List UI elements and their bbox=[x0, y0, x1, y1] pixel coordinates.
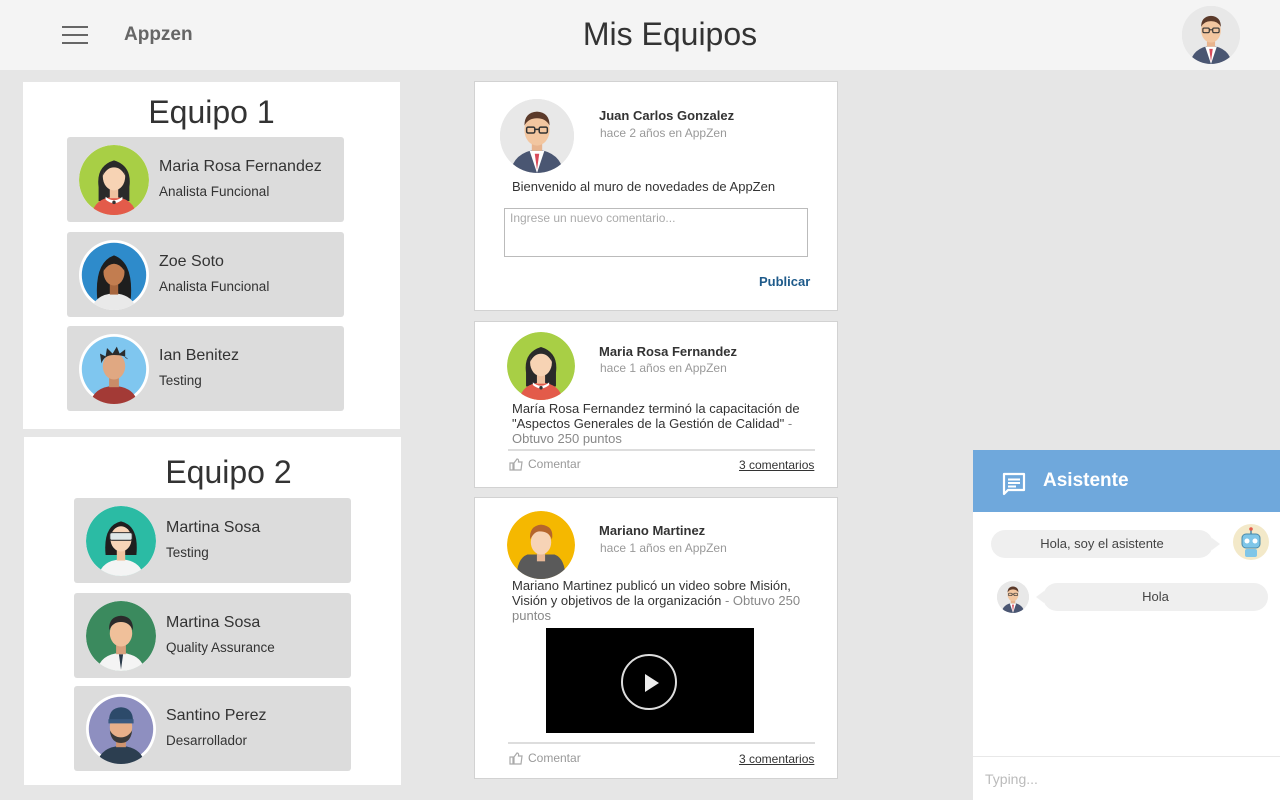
team-title: Equipo 1 bbox=[148, 94, 275, 130]
video-player[interactable] bbox=[546, 628, 754, 733]
chat-input[interactable] bbox=[973, 756, 1280, 800]
member-name: Santino Perez bbox=[166, 707, 267, 724]
member-role: Testing bbox=[166, 545, 209, 560]
team-member-card[interactable]: Santino Perez Desarrollador bbox=[74, 686, 351, 771]
team-member-card[interactable]: Martina Sosa Testing bbox=[74, 498, 351, 583]
divider bbox=[508, 449, 815, 451]
post-body: María Rosa Fernandez terminó la capacita… bbox=[512, 401, 800, 431]
author-name: Maria Rosa Fernandez bbox=[599, 344, 737, 359]
app-header: Appzen Mis Equipos bbox=[0, 0, 1280, 70]
team-title: Equipo 2 bbox=[165, 454, 292, 490]
publish-button[interactable]: Publicar bbox=[759, 274, 810, 289]
assistant-title: Asistente bbox=[1043, 470, 1129, 491]
member-name: Maria Rosa Fernandez bbox=[159, 158, 322, 175]
member-name: Ian Benitez bbox=[159, 347, 240, 364]
member-name: Martina Sosa bbox=[166, 519, 261, 536]
team-panel-2: Equipo 2 Martina Sosa Testing Martina So… bbox=[24, 437, 401, 785]
comment-label: Comentar bbox=[528, 751, 581, 765]
member-name: Martina Sosa bbox=[166, 614, 261, 631]
divider bbox=[508, 742, 815, 744]
author-avatar bbox=[507, 332, 575, 400]
user-avatar[interactable] bbox=[1182, 6, 1240, 64]
member-avatar bbox=[86, 694, 156, 764]
post-time: hace 1 años en AppZen bbox=[600, 361, 727, 375]
feed-post: Maria Rosa Fernandez hace 1 años en AppZ… bbox=[474, 321, 838, 488]
member-role: Testing bbox=[159, 373, 202, 388]
welcome-text: Bienvenido al muro de novedades de AppZe… bbox=[512, 179, 776, 194]
team-member-card[interactable]: Maria Rosa Fernandez Analista Funcional bbox=[67, 137, 344, 222]
comment-input[interactable] bbox=[504, 208, 808, 257]
author-avatar bbox=[507, 511, 575, 579]
bot-message: Hola, soy el asistente bbox=[991, 530, 1220, 558]
comment-action[interactable]: Comentar bbox=[509, 457, 581, 471]
member-name: Zoe Soto bbox=[159, 253, 224, 270]
member-role: Quality Assurance bbox=[166, 640, 275, 655]
assistant-header[interactable]: Asistente bbox=[973, 450, 1280, 512]
team-member-card[interactable]: Zoe Soto Analista Funcional bbox=[67, 232, 344, 317]
feed-post: Mariano Martinez hace 1 años en AppZen M… bbox=[474, 497, 838, 779]
team-member-card[interactable]: Ian Benitez Testing bbox=[67, 326, 344, 411]
team-panel-1: Equipo 1 Maria Rosa Fernandez Analista F… bbox=[23, 82, 400, 429]
post-time: hace 2 años en AppZen bbox=[600, 126, 727, 140]
member-avatar bbox=[79, 240, 149, 310]
member-avatar bbox=[86, 601, 156, 671]
author-name: Mariano Martinez bbox=[599, 523, 706, 538]
comment-action[interactable]: Comentar bbox=[509, 751, 581, 765]
page-title: Mis Equipos bbox=[582, 16, 758, 52]
post-text: Mariano Martinez publicó un video sobre … bbox=[512, 578, 802, 623]
member-role: Analista Funcional bbox=[159, 279, 270, 294]
member-avatar bbox=[79, 145, 149, 215]
comments-link[interactable]: 3 comentarios bbox=[739, 752, 814, 766]
thumbs-up-icon bbox=[509, 457, 523, 471]
author-avatar bbox=[500, 99, 574, 173]
post-time: hace 1 años en AppZen bbox=[600, 541, 727, 555]
thumbs-up-icon bbox=[509, 751, 523, 765]
team-member-card[interactable]: Martina Sosa Quality Assurance bbox=[74, 593, 351, 678]
member-avatar bbox=[79, 334, 149, 404]
member-role: Analista Funcional bbox=[159, 184, 270, 199]
member-avatar bbox=[86, 506, 156, 576]
comment-label: Comentar bbox=[528, 457, 581, 471]
user-chat-avatar bbox=[997, 581, 1029, 613]
composer-card: Juan Carlos Gonzalez hace 2 años en AppZ… bbox=[474, 81, 838, 311]
post-text: María Rosa Fernandez terminó la capacita… bbox=[512, 401, 802, 446]
user-message: Hola bbox=[1036, 583, 1268, 611]
author-name: Juan Carlos Gonzalez bbox=[599, 108, 735, 123]
play-icon[interactable] bbox=[621, 654, 677, 710]
comments-link[interactable]: 3 comentarios bbox=[739, 458, 814, 472]
member-role: Desarrollador bbox=[166, 733, 248, 748]
chat-icon bbox=[1002, 472, 1026, 496]
bot-avatar bbox=[1233, 524, 1269, 560]
assistant-panel: Asistente Hola, soy el asistente Hola bbox=[973, 450, 1280, 800]
